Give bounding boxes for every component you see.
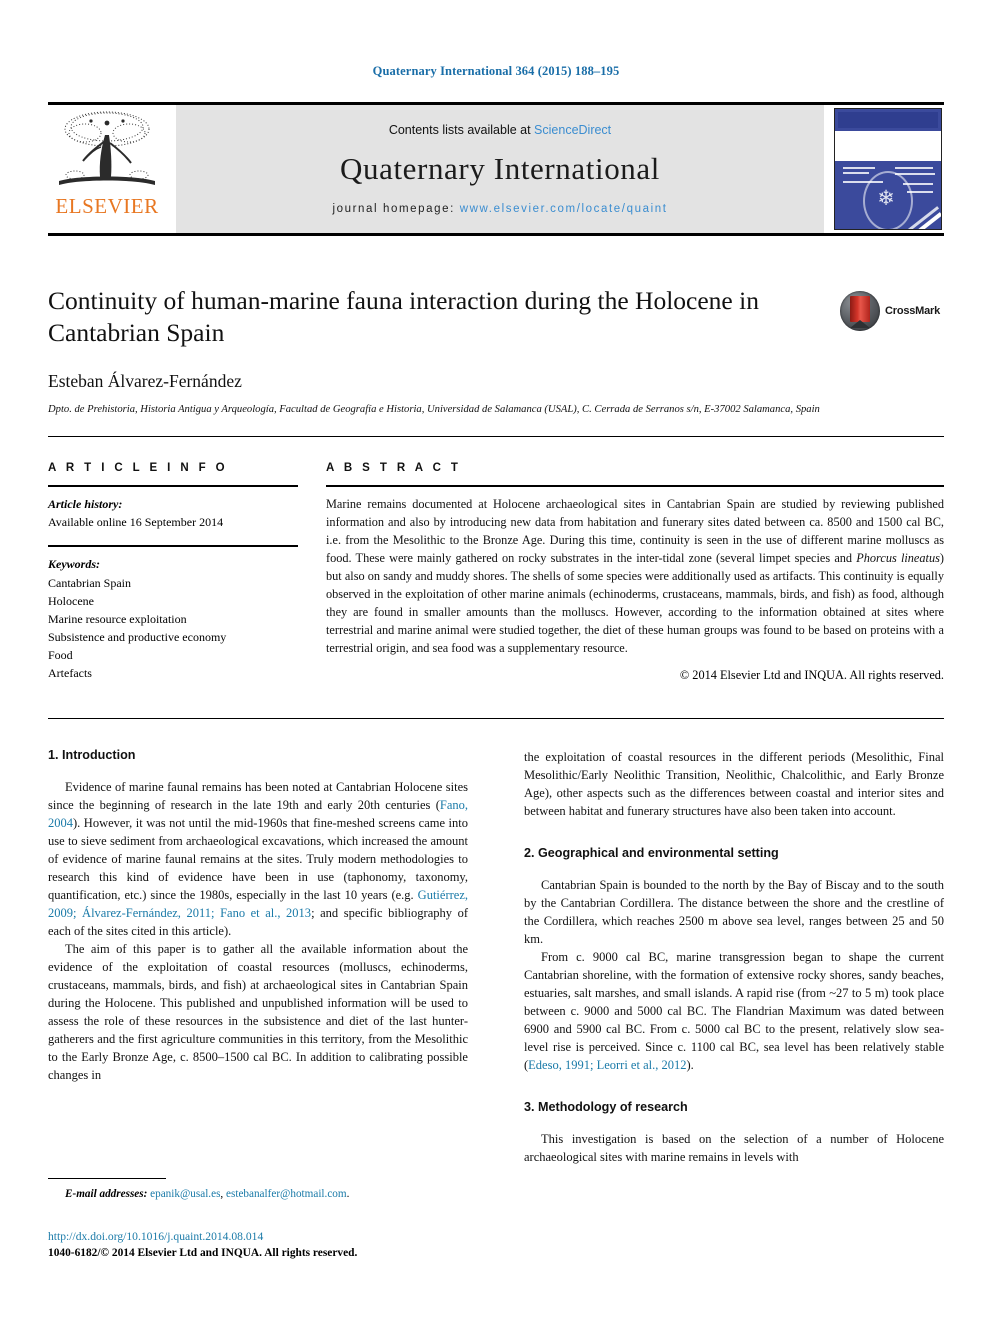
journal-title: Quaternary International bbox=[340, 151, 660, 186]
homepage-prefix: journal homepage: bbox=[332, 203, 460, 215]
text-run: ). However, it was not until the mid-196… bbox=[48, 816, 468, 902]
snowflake-icon: ❄ bbox=[877, 186, 895, 210]
cover-text-line bbox=[895, 167, 933, 169]
crossmark-badge[interactable]: CrossMark bbox=[840, 290, 944, 332]
paragraph-continued: the exploitation of coastal resources in… bbox=[524, 750, 944, 818]
journal-cover-thumbnail: ❄ bbox=[834, 108, 942, 230]
column-gutter bbox=[468, 748, 524, 1166]
article-info-heading: A R T I C L E I N F O bbox=[48, 462, 229, 474]
abstract-part-2: ) but also on sandy and muddy shores. Th… bbox=[326, 550, 944, 655]
divider bbox=[48, 545, 298, 548]
article-history-value: Available online 16 September 2014 bbox=[48, 515, 224, 530]
abstract-copyright: © 2014 Elsevier Ltd and INQUA. All right… bbox=[679, 667, 944, 682]
doi-link[interactable]: http://dx.doi.org/10.1016/j.quaint.2014.… bbox=[48, 1228, 548, 1245]
body-column-left: 1. Introduction Evidence of marine fauna… bbox=[48, 748, 468, 1166]
paragraph: The aim of this paper is to gather all t… bbox=[48, 942, 468, 1082]
abstract-part-1: Marine remains documented at Holocene ar… bbox=[326, 497, 944, 565]
author-affiliation: Dpto. de Prehistoria, Historia Antigua y… bbox=[48, 404, 820, 416]
column-gutter bbox=[298, 462, 326, 683]
sciencedirect-link[interactable]: ScienceDirect bbox=[534, 123, 611, 137]
homepage-url-link[interactable]: www.elsevier.com/locate/quaint bbox=[460, 203, 668, 215]
abstract-species-italic: Phorcus lineatus bbox=[856, 550, 940, 565]
masthead-center: Contents lists available at ScienceDirec… bbox=[176, 105, 824, 233]
body-columns: 1. Introduction Evidence of marine fauna… bbox=[48, 748, 944, 1166]
text-run: Evidence of marine faunal remains has be… bbox=[48, 780, 468, 812]
info-section-top-rule bbox=[48, 436, 944, 437]
keywords-label: Keywords: bbox=[48, 557, 100, 572]
cover-text-line bbox=[843, 172, 869, 174]
keyword-item: Food bbox=[48, 647, 73, 662]
paragraph: Cantabrian Spain is bounded to the north… bbox=[524, 878, 944, 946]
section-heading-methodology: 3. Methodology of research bbox=[524, 1100, 688, 1114]
elsevier-tree-icon bbox=[55, 109, 159, 195]
body-top-rule bbox=[48, 718, 944, 719]
masthead-bottom-rule bbox=[48, 233, 944, 236]
email-link-1[interactable]: epanik@usal.es bbox=[150, 1188, 220, 1200]
contents-prefix: Contents lists available at bbox=[388, 123, 535, 137]
running-head: Quaternary International 364 (2015) 188–… bbox=[372, 64, 620, 78]
crossmark-icon-inner bbox=[850, 296, 870, 322]
abstract-heading: A B S T R A C T bbox=[326, 462, 462, 474]
title-block: Continuity of human-marine fauna interac… bbox=[48, 285, 944, 418]
journal-masthead: ELSEVIER Contents lists available at Sci… bbox=[48, 102, 944, 236]
keyword-item: Subsistence and productive economy bbox=[48, 629, 227, 644]
cover-top-bar bbox=[838, 112, 938, 128]
journal-homepage-line: journal homepage: www.elsevier.com/locat… bbox=[332, 203, 667, 215]
contents-available-line: Contents lists available at ScienceDirec… bbox=[389, 123, 611, 137]
article-history-label: Article history: bbox=[48, 497, 123, 511]
footnote-rule bbox=[48, 1178, 166, 1179]
email-footnote: E-mail addresses: epanik@usal.es, esteba… bbox=[48, 1186, 468, 1202]
crossmark-icon-notch bbox=[850, 320, 870, 328]
doi-block: http://dx.doi.org/10.1016/j.quaint.2014.… bbox=[48, 1228, 548, 1262]
keywords-list: Cantabrian Spain Holocene Marine resourc… bbox=[48, 574, 298, 682]
divider bbox=[48, 485, 298, 487]
crossmark-icon bbox=[840, 291, 880, 331]
keyword-item: Holocene bbox=[48, 593, 94, 608]
section-heading-introduction: 1. Introduction bbox=[48, 748, 136, 762]
cover-text-line bbox=[843, 167, 875, 169]
paragraph: This investigation is based on the selec… bbox=[524, 1132, 944, 1164]
keyword-item: Cantabrian Spain bbox=[48, 575, 131, 590]
cover-white-panel bbox=[835, 131, 941, 161]
crossmark-label: CrossMark bbox=[885, 305, 941, 317]
author-name: Esteban Álvarez-Fernández bbox=[48, 371, 242, 392]
text-run: From c. 9000 cal BC, marine transgressio… bbox=[524, 950, 944, 1072]
paper-page: Quaternary International 364 (2015) 188–… bbox=[0, 0, 992, 1323]
email-link-2[interactable]: estebanalfer@hotmail.com bbox=[226, 1188, 347, 1200]
email-label: E-mail addresses: bbox=[65, 1188, 148, 1200]
article-info-column: A R T I C L E I N F O Article history: A… bbox=[48, 462, 298, 683]
keyword-item: Marine resource exploitation bbox=[48, 611, 187, 626]
keyword-item: Artefacts bbox=[48, 665, 92, 680]
issn-copyright-line: 1040-6182/© 2014 Elsevier Ltd and INQUA.… bbox=[48, 1247, 358, 1260]
text-run: ). bbox=[686, 1058, 694, 1072]
info-abstract-row: A R T I C L E I N F O Article history: A… bbox=[48, 462, 944, 683]
page-title: Continuity of human-marine fauna interac… bbox=[48, 286, 759, 348]
abstract-column: A B S T R A C T Marine remains documente… bbox=[326, 462, 944, 683]
body-column-right: the exploitation of coastal resources in… bbox=[524, 748, 944, 1166]
abstract-body: Marine remains documented at Holocene ar… bbox=[326, 496, 944, 658]
elsevier-wordmark: ELSEVIER bbox=[55, 194, 159, 218]
citation-link[interactable]: Edeso, 1991; Leorri et al., 2012 bbox=[528, 1058, 686, 1072]
divider bbox=[326, 485, 944, 487]
elsevier-logo: ELSEVIER bbox=[48, 105, 166, 233]
section-heading-geographical-setting: 2. Geographical and environmental settin… bbox=[524, 846, 779, 860]
paragraph: From c. 9000 cal BC, marine transgressio… bbox=[524, 948, 944, 1074]
journal-cover-block: ❄ bbox=[832, 105, 944, 233]
paragraph: Evidence of marine faunal remains has be… bbox=[48, 778, 468, 940]
email-terminator: . bbox=[346, 1188, 350, 1200]
